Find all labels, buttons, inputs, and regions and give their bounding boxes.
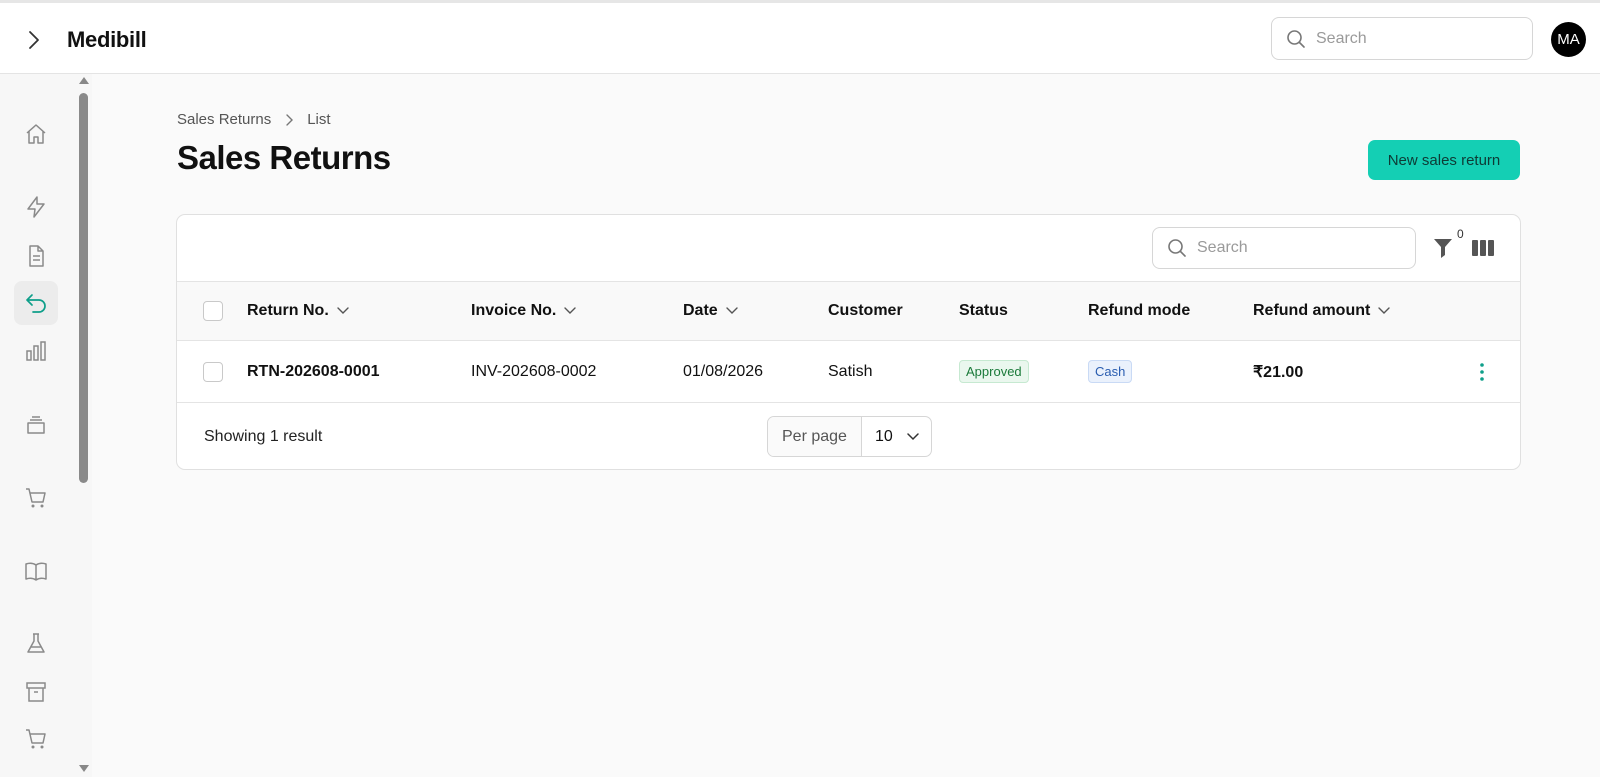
kebab-menu-icon xyxy=(1480,362,1484,381)
refund-amount-cell: ₹21.00 xyxy=(1253,363,1304,381)
customer-cell: Satish xyxy=(828,362,873,380)
filter-icon xyxy=(1434,239,1452,258)
columns-toggle-button[interactable] xyxy=(1470,235,1496,261)
table-header: Return No. Invoice No. Date Customer Sta… xyxy=(177,282,1520,341)
home-icon xyxy=(26,124,46,144)
column-label: Return No. xyxy=(247,302,329,319)
column-label: Refund amount xyxy=(1253,302,1371,319)
search-icon xyxy=(1168,239,1186,257)
date-cell: 01/08/2026 xyxy=(683,362,764,380)
row-actions-button[interactable] xyxy=(1475,341,1489,402)
filter-button[interactable] xyxy=(1431,235,1455,261)
sales-returns-table: 0 Return No. Invoice No. Date Customer S… xyxy=(176,214,1521,470)
sidebar-scrollbar[interactable] xyxy=(78,74,90,777)
sidebar-item-reports[interactable] xyxy=(14,329,58,373)
breadcrumb-parent-link[interactable]: Sales Returns xyxy=(177,111,271,128)
select-all-checkbox[interactable] xyxy=(203,301,223,321)
breadcrumb: Sales Returns List xyxy=(177,111,331,128)
invoice-no-cell: INV-202608-0002 xyxy=(471,362,597,380)
global-search[interactable] xyxy=(1271,17,1533,60)
chevron-down-icon xyxy=(337,307,349,315)
sidebar-item-home[interactable] xyxy=(14,112,58,156)
return-no-cell[interactable]: RTN-202608-0001 xyxy=(247,341,380,402)
sidebar-item-purchases[interactable] xyxy=(14,476,58,520)
lightning-icon xyxy=(27,196,45,218)
column-customer: Customer xyxy=(828,282,903,340)
table-search[interactable] xyxy=(1152,227,1416,269)
refund-mode-cell: Cash xyxy=(1088,341,1133,402)
cart-icon xyxy=(26,488,46,508)
new-sales-return-button[interactable]: New sales return xyxy=(1368,140,1520,180)
refund-mode-badge: Cash xyxy=(1088,360,1133,383)
book-icon xyxy=(25,562,47,581)
flask-icon xyxy=(27,633,45,653)
sidebar-item-quick[interactable] xyxy=(14,185,58,229)
sidebar-item-sales-returns[interactable] xyxy=(14,281,58,325)
sidebar-item-invoices[interactable] xyxy=(14,234,58,278)
column-status: Status xyxy=(959,282,1008,340)
bar-chart-icon xyxy=(26,341,46,361)
filter-count-badge: 0 xyxy=(1457,227,1464,241)
table-toolbar: 0 xyxy=(177,215,1520,282)
page-title: Sales Returns xyxy=(177,139,391,176)
column-date[interactable]: Date xyxy=(683,282,738,340)
status-cell: Approved xyxy=(959,341,1029,402)
status-badge: Approved xyxy=(959,360,1029,383)
table-search-input[interactable] xyxy=(1197,239,1397,257)
scroll-down-arrow-icon[interactable] xyxy=(79,765,89,772)
sidebar-item-archive[interactable] xyxy=(14,670,58,714)
chevron-down-icon xyxy=(906,432,919,441)
sidebar xyxy=(0,74,92,777)
stack-icon xyxy=(27,416,45,434)
return-arrow-icon xyxy=(26,294,46,313)
column-label: Customer xyxy=(828,302,903,319)
per-page-label: Per page xyxy=(768,417,862,456)
per-page-select[interactable]: Per page 10 xyxy=(767,416,932,457)
row-checkbox[interactable] xyxy=(203,361,223,382)
document-icon xyxy=(29,245,44,267)
column-label: Date xyxy=(683,302,718,319)
top-bar: Medibill MA xyxy=(0,0,1600,74)
scroll-up-arrow-icon[interactable] xyxy=(79,77,89,84)
column-return-no[interactable]: Return No. xyxy=(247,282,349,340)
cart-icon xyxy=(26,729,46,749)
sidebar-item-orders[interactable] xyxy=(14,717,58,761)
app-title: Medibill xyxy=(67,27,147,52)
column-refund-amount[interactable]: Refund amount xyxy=(1253,282,1391,340)
breadcrumb-current: List xyxy=(307,111,331,128)
results-count: Showing 1 result xyxy=(204,427,323,445)
sidebar-item-ledger[interactable] xyxy=(14,549,58,593)
per-page-dropdown[interactable]: 10 xyxy=(862,417,931,456)
column-label: Invoice No. xyxy=(471,302,557,319)
user-avatar[interactable]: MA xyxy=(1551,22,1586,57)
chevron-right-icon xyxy=(285,113,294,126)
chevron-right-icon xyxy=(29,31,39,49)
chevron-down-icon xyxy=(564,307,577,315)
sidebar-item-lab[interactable] xyxy=(14,622,58,666)
chevron-down-icon xyxy=(725,307,738,315)
column-label: Status xyxy=(959,302,1008,319)
scroll-thumb[interactable] xyxy=(79,93,88,483)
column-label: Refund mode xyxy=(1088,302,1191,319)
global-search-input[interactable] xyxy=(1316,29,1516,48)
select-all-cell xyxy=(203,282,223,340)
columns-icon xyxy=(1472,240,1494,256)
chevron-down-icon xyxy=(1378,307,1391,315)
expand-sidebar-button[interactable] xyxy=(20,27,46,53)
archive-icon xyxy=(26,682,46,702)
column-refund-mode: Refund mode xyxy=(1088,282,1190,340)
column-invoice-no[interactable]: Invoice No. xyxy=(471,282,577,340)
search-icon xyxy=(1287,29,1305,48)
table-footer: Showing 1 result Per page 10 xyxy=(177,403,1520,469)
row-select-cell xyxy=(203,341,223,402)
table-row[interactable]: RTN-202608-0001 INV-202608-0002 01/08/20… xyxy=(177,341,1520,403)
sidebar-item-inventory[interactable] xyxy=(14,403,58,447)
per-page-value: 10 xyxy=(874,427,893,445)
